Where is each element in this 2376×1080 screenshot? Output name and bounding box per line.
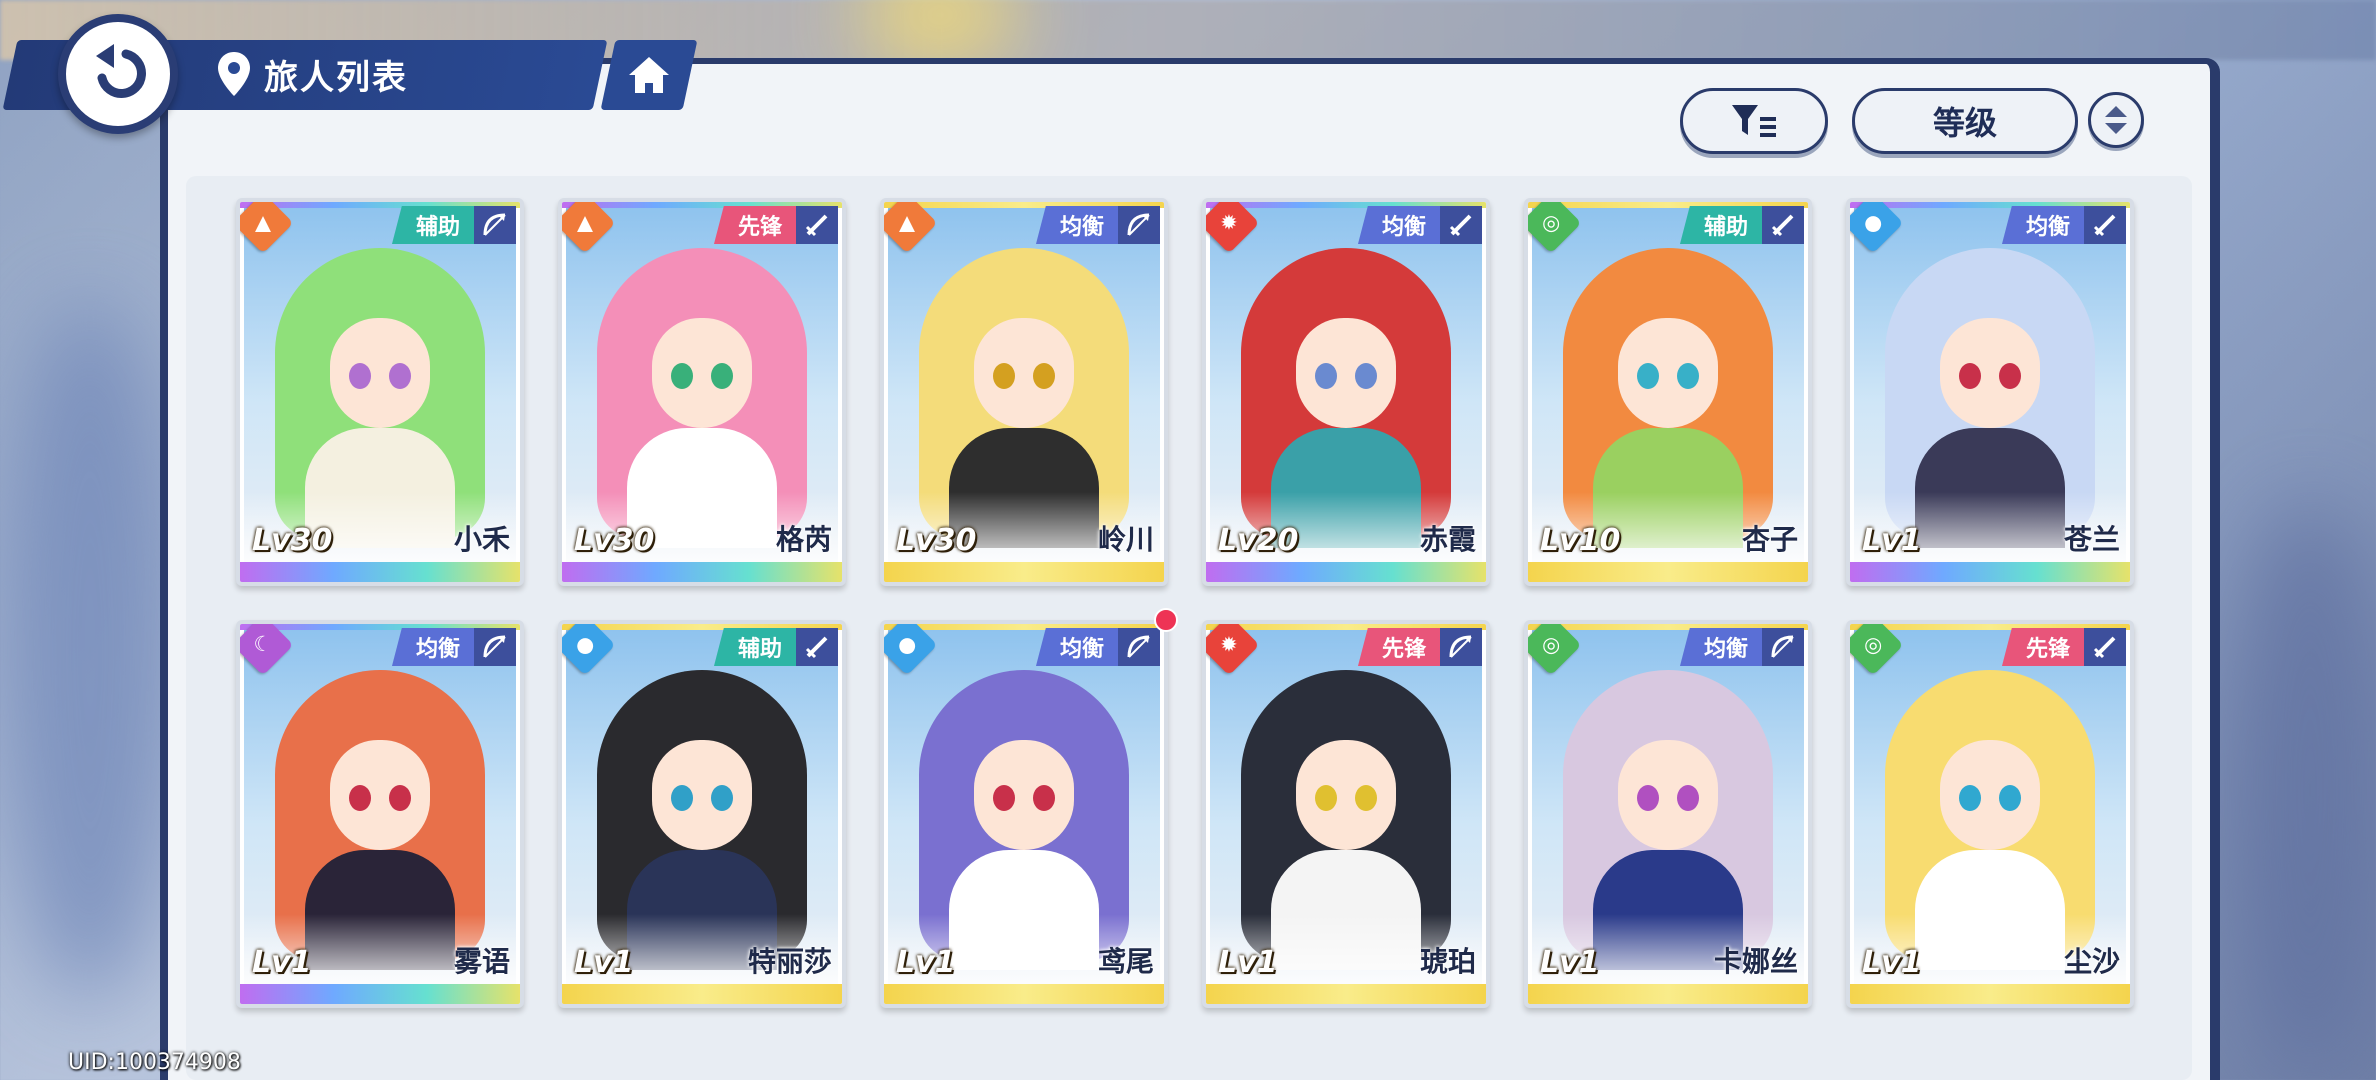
character-card[interactable]: ◎ 辅助 Lv10 杏子 [1524, 198, 1812, 586]
character-name: 鸢尾 [1097, 945, 1154, 978]
rarity-rim [884, 984, 1164, 1004]
role-badge: 辅助 [713, 628, 796, 666]
character-card[interactable]: ✹ 先锋 Lv1 琥珀 [1202, 620, 1490, 1008]
rarity-rim [1850, 984, 2130, 1004]
character-level: Lv20 [1218, 523, 1299, 558]
role-badge: 先锋 [713, 206, 796, 244]
character-level: Lv1 [252, 945, 312, 980]
character-name: 杏子 [1741, 523, 1798, 556]
sword-icon [2084, 628, 2126, 666]
character-level: Lv1 [896, 945, 956, 980]
character-name: 格芮 [775, 523, 832, 556]
character-level: Lv1 [1862, 945, 1922, 980]
user-id: UID:100374908 [68, 1050, 241, 1075]
sort-order-icon [2105, 106, 2127, 134]
role-badge: 均衡 [1035, 628, 1118, 666]
rarity-rim [1206, 984, 1486, 1004]
role-badge: 均衡 [2001, 206, 2084, 244]
home-button[interactable] [600, 40, 698, 110]
page-title: 旅人列表 [264, 57, 408, 98]
role-badge: 均衡 [1357, 206, 1440, 244]
character-level: Lv10 [1540, 523, 1621, 558]
character-card[interactable]: ✹ 均衡 Lv20 赤霞 [1202, 198, 1490, 586]
character-card[interactable]: ◎ 均衡 Lv1 卡娜丝 [1524, 620, 1812, 1008]
character-name: 特丽莎 [747, 945, 832, 978]
role-badge: 均衡 [391, 628, 474, 666]
background-blur [2230, 500, 2376, 1080]
character-card[interactable]: ▲ 辅助 Lv30 小禾 [236, 198, 524, 586]
character-card[interactable]: ● 均衡 Lv1 苍兰 [1846, 198, 2134, 586]
filter-button[interactable] [1680, 88, 1828, 154]
character-card[interactable]: ◎ 先锋 Lv1 尘沙 [1846, 620, 2134, 1008]
character-name: 雾语 [453, 945, 510, 978]
character-name: 尘沙 [2063, 945, 2120, 978]
rarity-rim [240, 562, 520, 582]
bow-icon [1118, 206, 1160, 244]
character-card[interactable]: ▲ 均衡 Lv30 岭川 [880, 198, 1168, 586]
character-name: 卡娜丝 [1713, 945, 1798, 978]
map-pin-icon [218, 52, 250, 96]
bow-icon [1762, 628, 1804, 666]
back-arrow-icon [96, 44, 146, 98]
back-button[interactable] [58, 14, 178, 134]
role-badge: 辅助 [1679, 206, 1762, 244]
character-name: 岭川 [1097, 523, 1154, 556]
notification-dot [1154, 608, 1178, 632]
character-level: Lv1 [574, 945, 634, 980]
role-badge: 均衡 [1035, 206, 1118, 244]
character-card[interactable]: ☾ 均衡 Lv1 雾语 [236, 620, 524, 1008]
character-name: 琥珀 [1419, 945, 1476, 978]
background-blur [0, 300, 180, 1000]
character-level: Lv1 [1218, 945, 1278, 980]
rarity-rim [1206, 562, 1486, 582]
rarity-rim [562, 984, 842, 1004]
bow-icon [474, 206, 516, 244]
character-card[interactable]: ▲ 先锋 Lv30 格芮 [558, 198, 846, 586]
role-badge: 均衡 [1679, 628, 1762, 666]
rarity-rim [884, 562, 1164, 582]
role-badge: 先锋 [2001, 628, 2084, 666]
rarity-rim [1528, 562, 1808, 582]
sort-order-button[interactable] [2088, 92, 2144, 148]
sword-icon [1440, 206, 1482, 244]
sword-icon [796, 206, 838, 244]
rarity-rim [240, 984, 520, 1004]
character-level: Lv30 [574, 523, 655, 558]
bow-icon [1118, 628, 1160, 666]
rarity-rim [562, 562, 842, 582]
character-card[interactable]: ● 均衡 Lv1 鸢尾 [880, 620, 1168, 1008]
home-icon [629, 57, 669, 93]
role-badge: 先锋 [1357, 628, 1440, 666]
character-level: Lv30 [252, 523, 333, 558]
role-badge: 辅助 [391, 206, 474, 244]
character-level: Lv1 [1540, 945, 1600, 980]
bow-icon [1440, 628, 1482, 666]
character-name: 小禾 [453, 523, 510, 556]
sword-icon [796, 628, 838, 666]
page-title-group: 旅人列表 [216, 44, 408, 104]
rarity-rim [1850, 562, 2130, 582]
character-level: Lv1 [1862, 523, 1922, 558]
rarity-rim [1528, 984, 1808, 1004]
character-card[interactable]: ● 辅助 Lv1 特丽莎 [558, 620, 846, 1008]
character-name: 赤霞 [1419, 523, 1476, 556]
character-name: 苍兰 [2063, 523, 2120, 556]
sort-by-dropdown[interactable]: 等级 [1852, 88, 2078, 154]
sword-icon [1762, 206, 1804, 244]
bow-icon [474, 628, 516, 666]
character-level: Lv30 [896, 523, 977, 558]
filter-icon [1732, 105, 1776, 137]
sword-icon [2084, 206, 2126, 244]
